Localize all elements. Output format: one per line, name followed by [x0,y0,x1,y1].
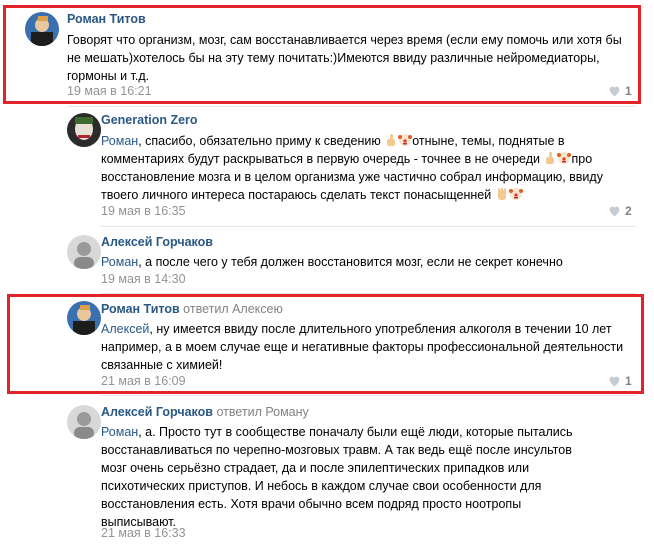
comment-text: Роман, а. Просто тут в сообществе понача… [101,425,573,529]
comment-date[interactable]: 19 мая в 14:30 [101,272,186,286]
comment-text: Роман, спасибо, обязательно приму к свед… [101,134,603,202]
comment-text: Роман, а после чего у тебя должен восста… [101,255,563,269]
avatar[interactable] [67,113,101,147]
divider [101,395,636,396]
raised-hand-emoji [497,187,506,200]
comment-author[interactable]: Generation Zero [101,113,198,127]
mention-link[interactable]: Роман [101,134,138,148]
comment-date[interactable]: 19 мая в 16:35 [101,204,186,218]
comment-author[interactable]: Алексей Горчаков [101,235,213,249]
clown-face-emoji [557,152,572,164]
pointing-finger-emoji [546,152,555,164]
pointing-finger-emoji [387,134,396,146]
avatar[interactable] [67,405,101,439]
heart-icon [609,206,620,217]
highlight-frame-2 [7,294,644,394]
mention-link[interactable]: Роман [101,255,138,269]
divider [101,226,636,227]
like-button[interactable]: 2 [608,204,632,218]
highlight-frame-1 [3,5,641,104]
reply-to-label[interactable]: ответил Роману [216,405,308,419]
comment-author[interactable]: Алексей Горчаков ответил Роману [101,405,309,419]
comment-date[interactable]: 21 мая в 16:33 [101,526,186,540]
clown-face-emoji [398,134,413,146]
mention-link[interactable]: Роман [101,425,138,439]
clown-face-emoji [508,188,523,200]
avatar[interactable] [67,235,101,269]
like-count: 2 [625,204,632,218]
divider [67,106,635,107]
